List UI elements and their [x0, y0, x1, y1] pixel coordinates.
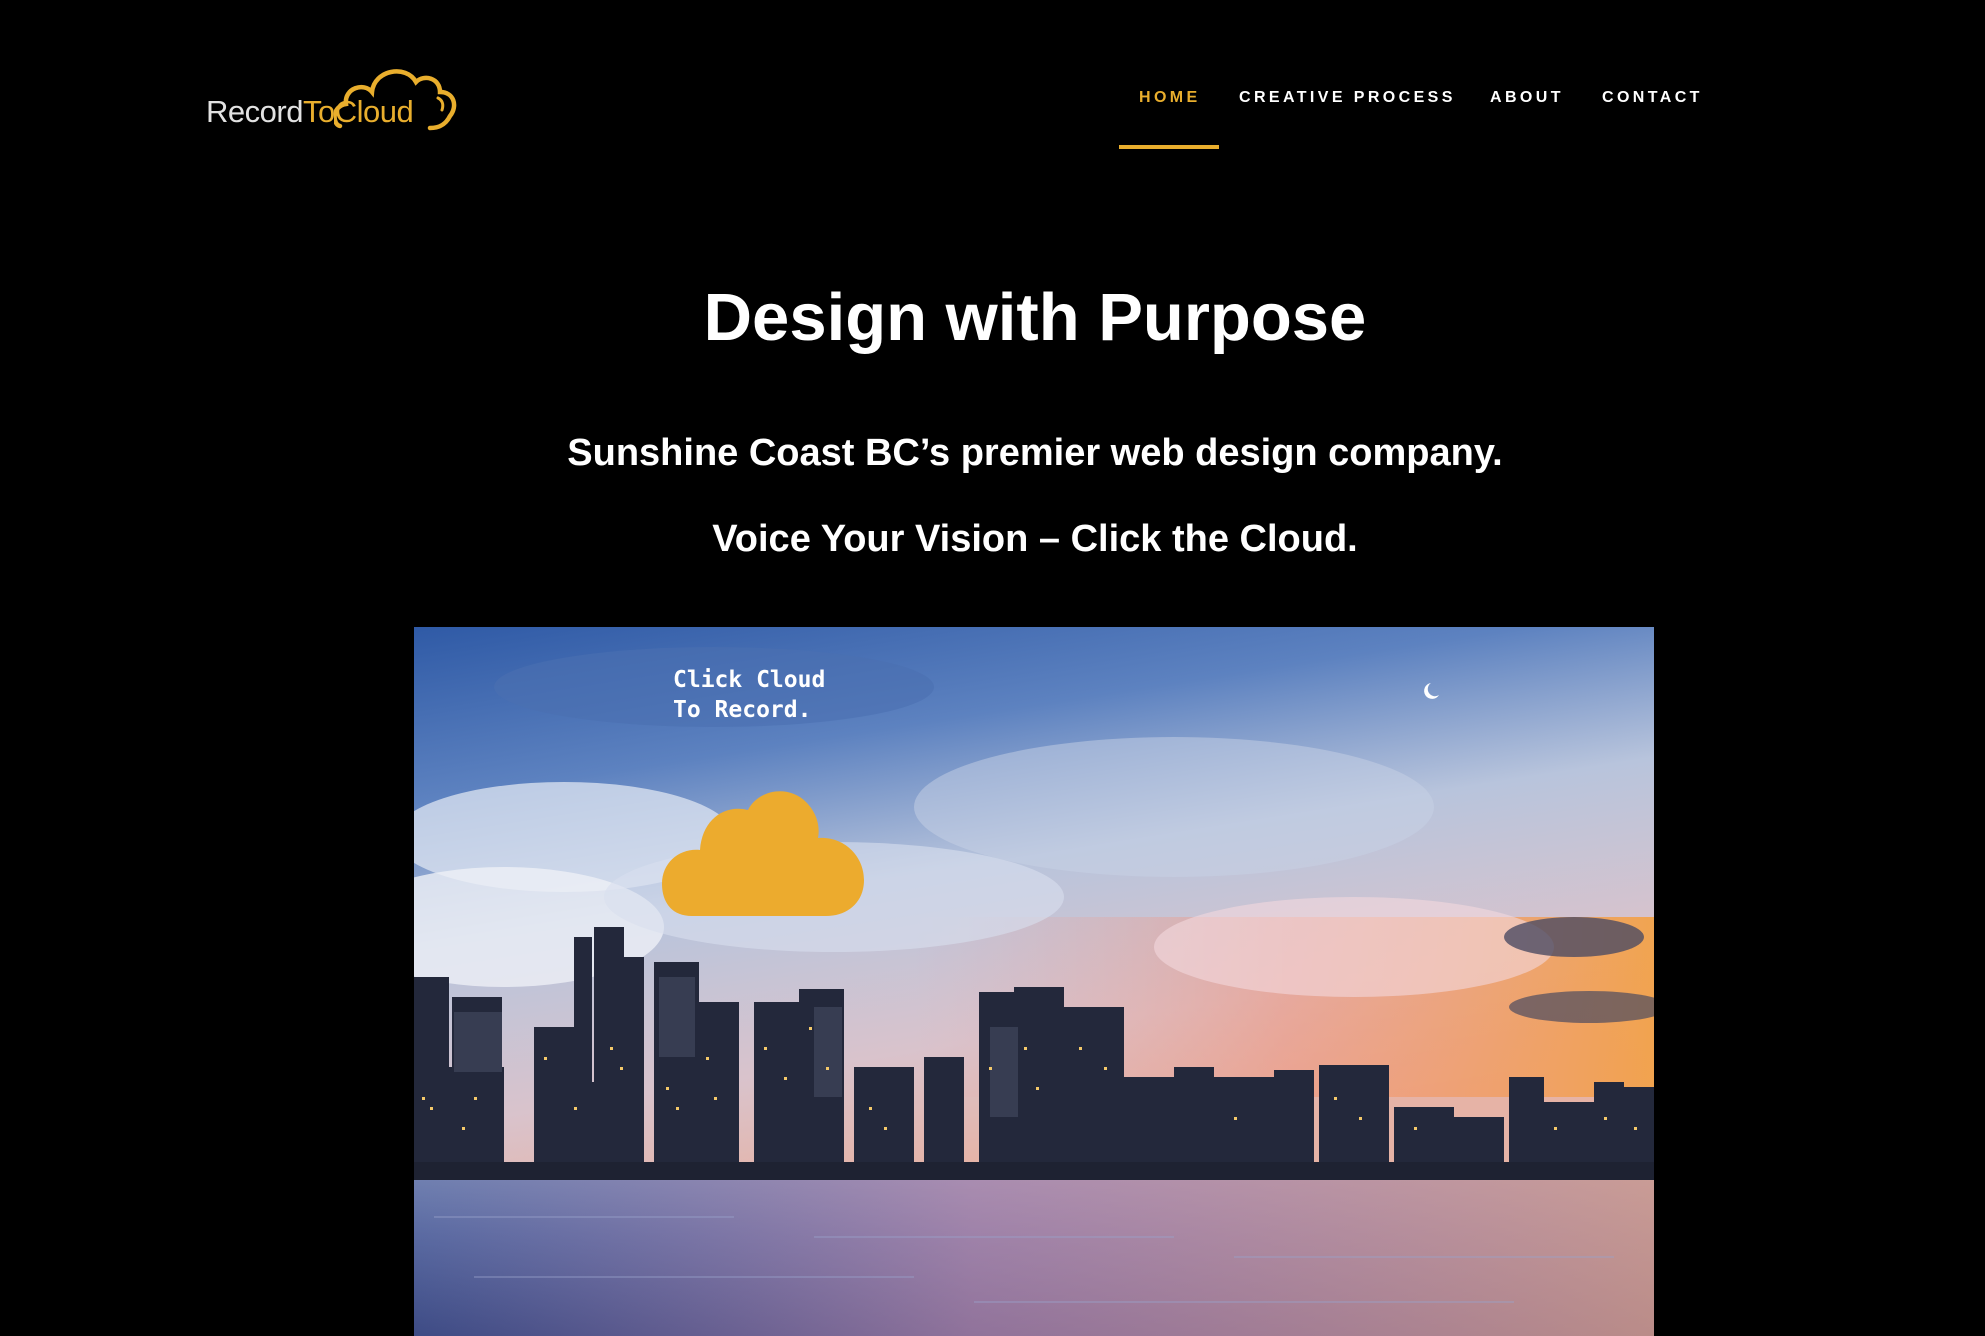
- hero-cta-text: Voice Your Vision – Click the Cloud.: [712, 518, 1358, 560]
- cloud-icon[interactable]: [662, 784, 864, 918]
- main-nav: HOME CREATIVE PROCESS ABOUT CONTACT: [0, 88, 1985, 148]
- hero-subtitle: Sunshine Coast BC’s premier web design c…: [567, 432, 1503, 474]
- nav-active-underline: [1119, 145, 1219, 149]
- nav-item-about[interactable]: ABOUT: [1490, 88, 1564, 108]
- nav-item-home[interactable]: HOME: [1139, 88, 1201, 108]
- nav-item-contact[interactable]: CONTACT: [1602, 88, 1703, 108]
- page-title: Design with Purpose: [703, 280, 1367, 355]
- hero-skyline-image: [414, 627, 1654, 1336]
- record-hint-text: Click Cloud To Record.: [673, 667, 826, 723]
- nav-item-creative-process[interactable]: CREATIVE PROCESS: [1239, 88, 1456, 108]
